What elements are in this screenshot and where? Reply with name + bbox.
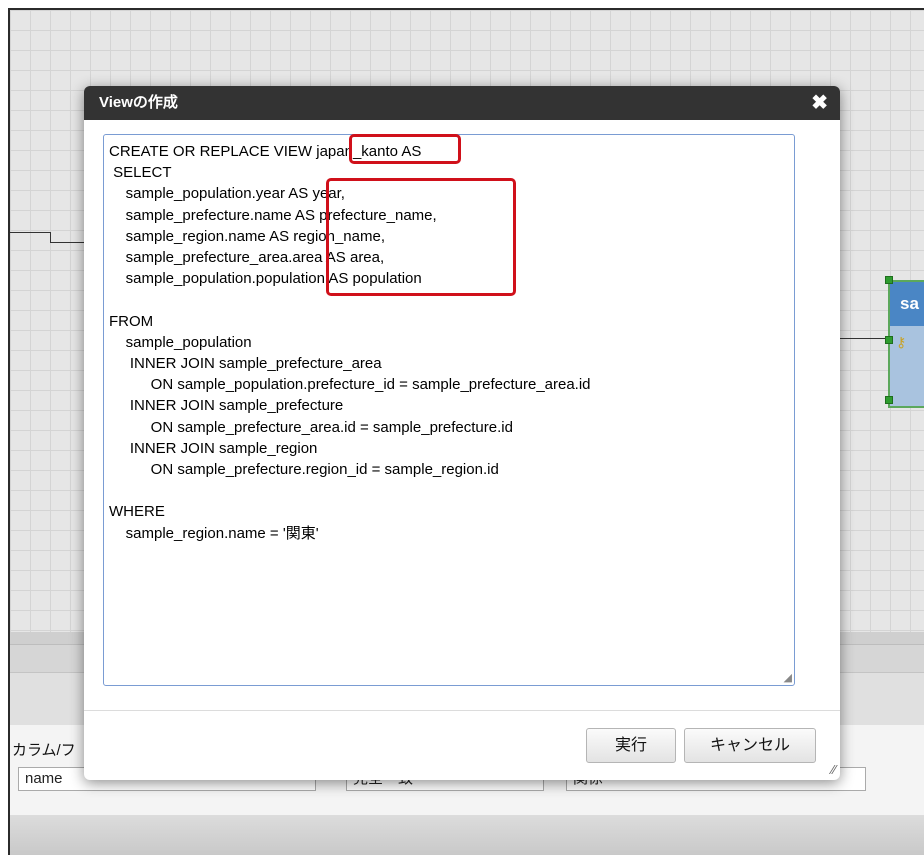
highlight-view-name (349, 134, 461, 164)
panel-footer (10, 815, 924, 855)
key-icon: ⚷ (896, 334, 907, 350)
property-label: カラム/フ (12, 742, 76, 759)
close-icon[interactable]: ✖ (811, 86, 828, 120)
dialog-footer-divider (84, 710, 840, 711)
connector-line (10, 232, 50, 233)
resize-handle[interactable] (885, 276, 893, 284)
entity-table-box[interactable]: sa ⚷ (888, 280, 924, 408)
resize-handle[interactable] (885, 396, 893, 404)
resize-handle[interactable] (885, 336, 893, 344)
connector-line (840, 338, 890, 339)
dialog-title: Viewの作成 (99, 94, 178, 111)
dialog-titlebar[interactable]: Viewの作成 ✖ (84, 86, 840, 120)
create-view-dialog: Viewの作成 ✖ CREATE OR REPLACE VIEW japan_k… (84, 86, 840, 780)
execute-button[interactable]: 実行 (586, 728, 676, 763)
dialog-resize-grip-icon[interactable]: ⁄⁄ (832, 763, 836, 776)
cancel-button[interactable]: キャンセル (684, 728, 816, 763)
highlight-column-aliases (326, 178, 516, 296)
entity-title: sa (890, 282, 924, 326)
textarea-resize-grip-icon[interactable]: ◢ (784, 673, 792, 684)
connector-line (50, 232, 51, 242)
